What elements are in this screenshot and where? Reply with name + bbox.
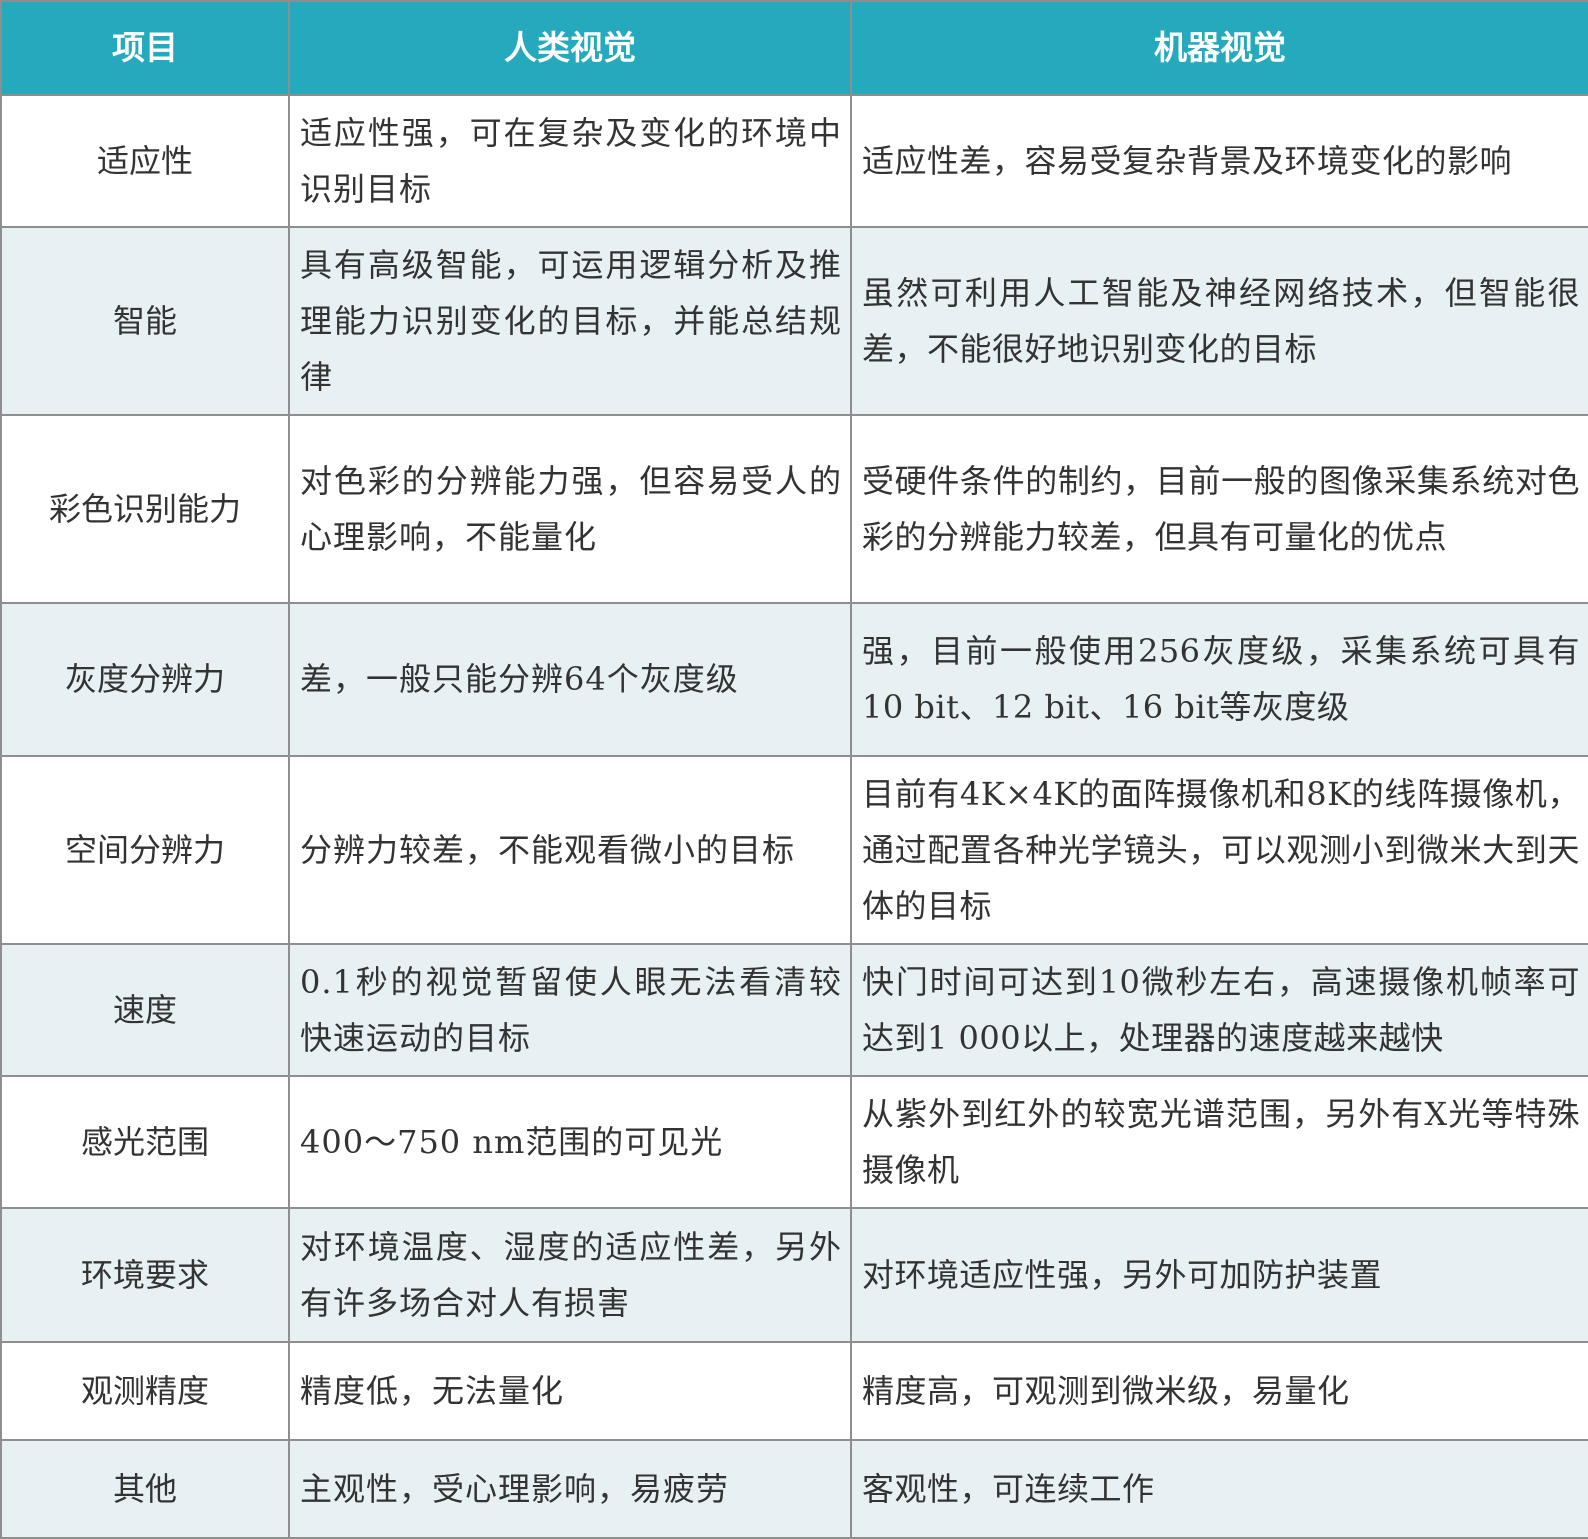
row-human: 分辨力较差，不能观看微小的目标 [288,754,852,945]
header-item: 项目 [0,0,290,96]
row-item: 适应性 [0,94,290,228]
table-row: 空间分辨力 分辨力较差，不能观看微小的目标 目前有4K×4K的面阵摄像机和8K的… [0,754,1588,945]
table-row: 彩色识别能力 对色彩的分辨能力强，但容易受人的心理影响，不能量化 受硬件条件的制… [0,414,1588,604]
row-machine: 从紫外到红外的较宽光谱范围，另外有X光等特殊摄像机 [850,1074,1588,1209]
row-machine: 快门时间可达到10微秒左右，高速摄像机帧率可达到1 000以上，处理器的速度越来… [850,942,1588,1077]
header-human-vision: 人类视觉 [288,0,852,96]
comparison-table: 项目 人类视觉 机器视觉 适应性 适应性强，可在复杂及变化的环境中识别目标 适应… [0,0,1588,1539]
row-human: 具有高级智能，可运用逻辑分析及推理能力识别变化的目标，并能总结规律 [288,225,852,417]
row-item: 环境要求 [0,1206,290,1343]
row-machine: 虽然可利用人工智能及神经网络技术，但智能很差，不能很好地识别变化的目标 [850,225,1588,417]
row-item: 彩色识别能力 [0,414,290,604]
row-item: 速度 [0,942,290,1077]
row-human: 对环境温度、湿度的适应性差，另外有许多场合对人有损害 [288,1206,852,1343]
row-human: 适应性强，可在复杂及变化的环境中识别目标 [288,94,852,228]
row-machine: 适应性差，容易受复杂背景及环境变化的影响 [850,94,1588,228]
table-row: 观测精度 精度低，无法量化 精度高，可观测到微米级，易量化 [0,1340,1588,1442]
header-row: 项目 人类视觉 机器视觉 [0,0,1588,96]
table-row: 智能 具有高级智能，可运用逻辑分析及推理能力识别变化的目标，并能总结规律 虽然可… [0,225,1588,417]
row-human: 精度低，无法量化 [288,1340,852,1442]
row-human: 差，一般只能分辨64个灰度级 [288,601,852,757]
table-row: 灰度分辨力 差，一般只能分辨64个灰度级 强，目前一般使用256灰度级，采集系统… [0,601,1588,757]
table-row: 其他 主观性，受心理影响，易疲劳 客观性，可连续工作 [0,1439,1588,1539]
row-item: 空间分辨力 [0,754,290,945]
row-machine: 客观性，可连续工作 [850,1439,1588,1539]
row-human: 对色彩的分辨能力强，但容易受人的心理影响，不能量化 [288,414,852,604]
row-item: 其他 [0,1439,290,1539]
row-machine: 对环境适应性强，另外可加防护装置 [850,1206,1588,1343]
row-human: 主观性，受心理影响，易疲劳 [288,1439,852,1539]
row-item: 观测精度 [0,1340,290,1442]
table-row: 速度 0.1秒的视觉暂留使人眼无法看清较快速运动的目标 快门时间可达到10微秒左… [0,942,1588,1077]
row-machine: 强，目前一般使用256灰度级，采集系统可具有10 bit、12 bit、16 b… [850,601,1588,757]
row-item: 灰度分辨力 [0,601,290,757]
row-human: 0.1秒的视觉暂留使人眼无法看清较快速运动的目标 [288,942,852,1077]
row-item: 感光范围 [0,1074,290,1209]
row-machine: 受硬件条件的制约，目前一般的图像采集系统对色彩的分辨能力较差，但具有可量化的优点 [850,414,1588,604]
row-machine: 目前有4K×4K的面阵摄像机和8K的线阵摄像机，通过配置各种光学镜头，可以观测小… [850,754,1588,945]
row-item: 智能 [0,225,290,417]
row-machine: 精度高，可观测到微米级，易量化 [850,1340,1588,1442]
table-row: 感光范围 400～750 nm范围的可见光 从紫外到红外的较宽光谱范围，另外有X… [0,1074,1588,1209]
table-row: 环境要求 对环境温度、湿度的适应性差，另外有许多场合对人有损害 对环境适应性强，… [0,1206,1588,1343]
row-human: 400～750 nm范围的可见光 [288,1074,852,1209]
table-row: 适应性 适应性强，可在复杂及变化的环境中识别目标 适应性差，容易受复杂背景及环境… [0,94,1588,228]
header-machine-vision: 机器视觉 [850,0,1588,96]
